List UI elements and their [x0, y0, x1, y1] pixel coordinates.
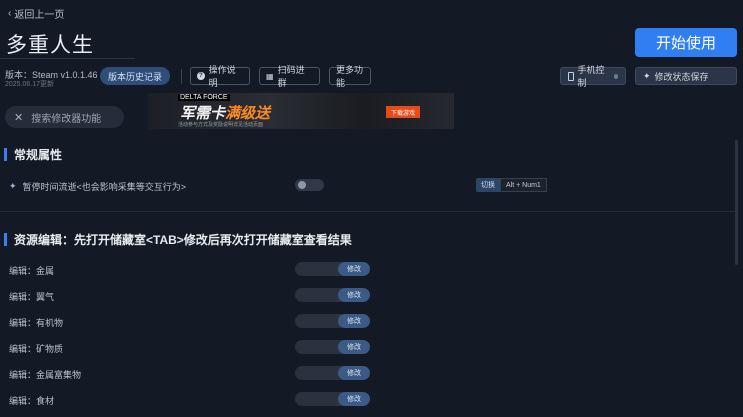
chevron-left-icon: ‹ [8, 8, 12, 19]
ad-banner[interactable]: DELTA FORCE 军需卡满级送 活动参与方式及奖励说明详见活动页面 下载游… [148, 93, 454, 129]
search-input[interactable]: ✕ 搜索修改器功能 [5, 106, 124, 128]
close-icon[interactable]: ✕ [14, 111, 23, 124]
modify-button[interactable]: 修改 [338, 392, 370, 406]
resource-row-label: 编辑：有机物 [9, 318, 64, 328]
section-title: 资源编辑：先打开储藏室<TAB>修改后再次打开储藏室查看结果 [14, 233, 352, 247]
update-date: 2025.06.17更新 [5, 81, 55, 88]
page-title: 多重人生 [6, 34, 94, 57]
title-divider [0, 58, 135, 59]
modify-button[interactable]: 修改 [338, 366, 370, 380]
feature-label: 暂停时间流逝<也会影响采集等交互行为> [22, 182, 187, 192]
modify-button[interactable]: 修改 [338, 288, 370, 302]
scan-join-group-button[interactable]: ▦ 扫码进群 [259, 65, 320, 88]
scan-label: 扫码进群 [277, 65, 305, 88]
pause-time-toggle[interactable] [295, 179, 324, 191]
save-state-label: 修改状态保存 [654, 71, 709, 82]
more-label: 更多功能 [336, 65, 364, 88]
help-icon: ? [197, 72, 205, 80]
section-header-general: 常规属性 [4, 146, 62, 163]
qr-code-icon: ▦ [266, 71, 274, 81]
resource-row-label: 编辑：矿物质 [9, 344, 64, 354]
section-divider [0, 211, 735, 212]
start-button[interactable]: 开始使用 [635, 28, 737, 57]
toggle-knob [298, 181, 306, 189]
phone-control-button[interactable]: 手机控制 [560, 65, 626, 88]
modify-button[interactable]: 修改 [338, 314, 370, 328]
banner-subtext: 活动参与方式及奖励说明详见活动页面 [178, 122, 264, 128]
instructions-label: 操作说明 [208, 65, 236, 88]
hotkey-switch-label[interactable]: 切换 [476, 178, 500, 192]
section-accent-bar [4, 148, 7, 161]
banner-headline-a: 军需卡 [180, 105, 226, 122]
resource-edit-field[interactable]: 修改 [295, 314, 370, 328]
section-title: 常规属性 [14, 148, 63, 162]
resource-row-label: 编辑：食材 [9, 396, 55, 406]
banner-headline-b: 满级送 [225, 105, 271, 122]
feature-row-pause-time: ✦ 暂停时间流逝<也会影响采集等交互行为> [9, 180, 186, 193]
banner-headline: 军需卡满级送 [180, 102, 270, 123]
resource-row-label: 编辑：翼气 [9, 292, 55, 302]
phone-label: 手机控制 [577, 65, 605, 88]
back-label: 返回上一页 [14, 10, 65, 21]
section-header-resources: 资源编辑：先打开储藏室<TAB>修改后再次打开储藏室查看结果 [4, 231, 352, 248]
hotkey-group[interactable]: 切换 Alt + Num1 [476, 178, 547, 192]
resource-edit-field[interactable]: 修改 [295, 262, 370, 276]
sparkle-icon: ✦ [9, 181, 17, 191]
more-features-button[interactable]: 更多功能 [329, 65, 371, 88]
resource-edit-field[interactable]: 修改 [295, 392, 370, 406]
phone-icon [568, 71, 574, 81]
banner-download-button[interactable]: 下载游戏 [386, 106, 420, 118]
modify-button[interactable]: 修改 [338, 340, 370, 354]
save-state-button[interactable]: ✦ 修改状态保存 [635, 67, 737, 85]
resource-row-label: 编辑：金属 [9, 266, 55, 276]
modify-button[interactable]: 修改 [338, 262, 370, 276]
search-placeholder: 搜索修改器功能 [31, 113, 102, 125]
hotkey-keys[interactable]: Alt + Num1 [500, 178, 547, 192]
toolbar-separator [181, 69, 182, 84]
resource-edit-field[interactable]: 修改 [295, 288, 370, 302]
version-history-button[interactable]: 版本历史记录 [100, 67, 170, 85]
sparkle-icon: ✦ [643, 70, 651, 81]
status-dot [613, 73, 618, 79]
section-accent-bar [4, 233, 7, 246]
back-link[interactable]: ‹ 返回上一页 [8, 6, 64, 21]
scrollbar[interactable] [735, 140, 738, 265]
resource-edit-field[interactable]: 修改 [295, 340, 370, 354]
instructions-button[interactable]: ? 操作说明 [190, 65, 250, 88]
banner-brand: DELTA FORCE [178, 94, 230, 101]
resource-row-label: 编辑：金属富集物 [9, 370, 82, 380]
resource-edit-field[interactable]: 修改 [295, 366, 370, 380]
